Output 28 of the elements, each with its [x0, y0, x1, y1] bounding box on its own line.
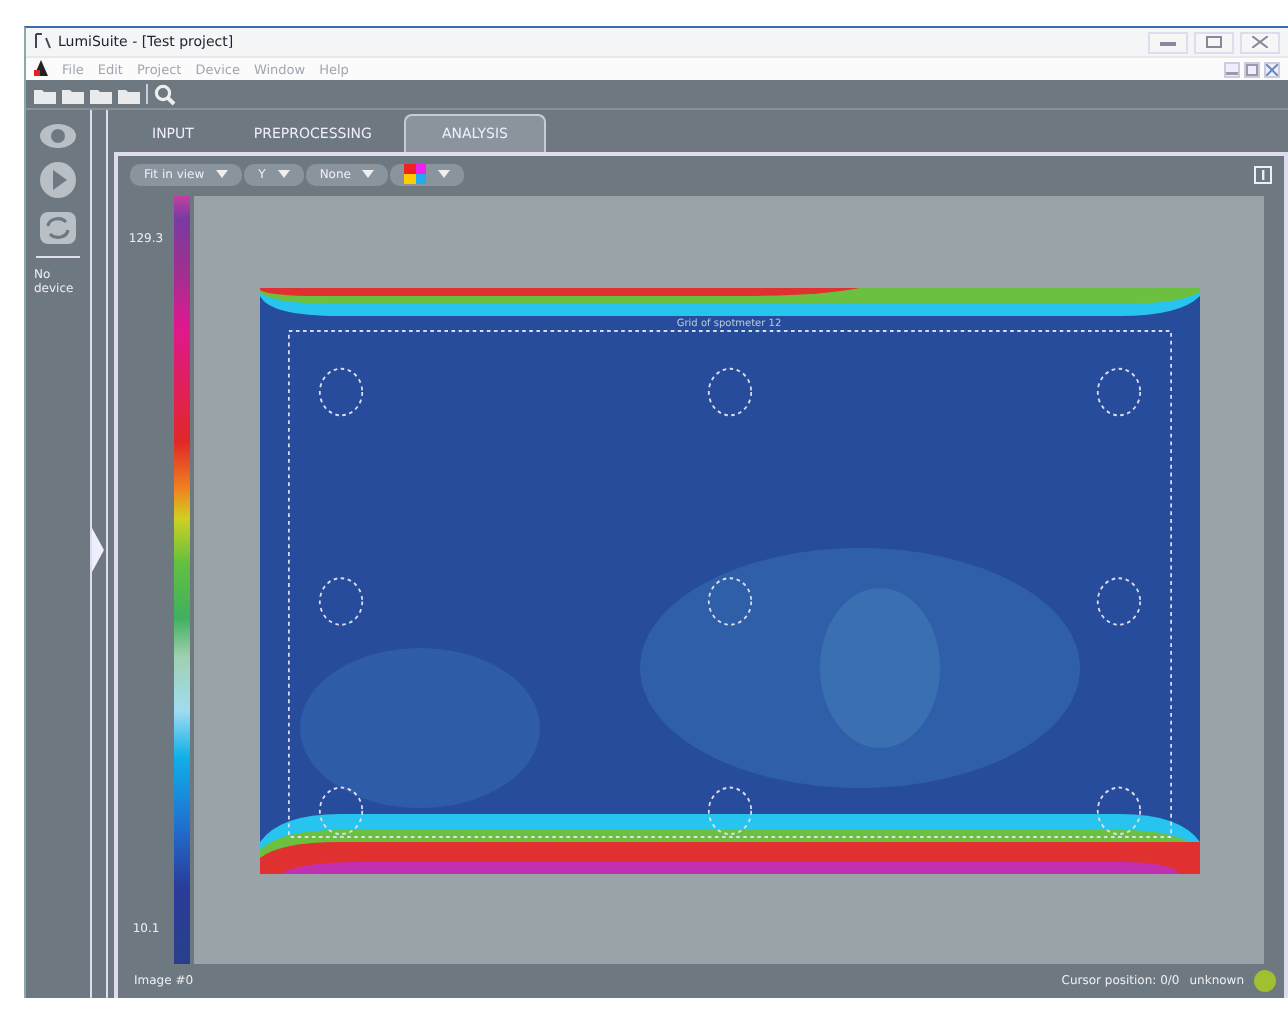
- close-icon: [1266, 63, 1278, 75]
- minimize-icon: [1160, 36, 1176, 48]
- caret-icon: [277, 170, 290, 178]
- folder-icon[interactable]: [90, 85, 112, 103]
- fullscreen-icon: [1252, 36, 1268, 48]
- refresh-icon[interactable]: [38, 210, 78, 246]
- folder-icon[interactable]: [118, 85, 140, 103]
- restore-icon: [1206, 36, 1222, 48]
- search-icon[interactable]: [154, 83, 176, 105]
- status-dot: [1254, 970, 1276, 992]
- folder-icon[interactable]: [62, 85, 84, 103]
- app-logo-icon: [34, 59, 48, 79]
- caret-icon: [362, 170, 375, 178]
- close-button[interactable]: [1264, 61, 1280, 77]
- minimize-button[interactable]: [1224, 61, 1240, 77]
- eye-icon[interactable]: [38, 122, 78, 150]
- restore-button[interactable]: [1244, 61, 1260, 77]
- minimize-button[interactable]: [1148, 31, 1188, 53]
- folder-icon[interactable]: [34, 85, 56, 103]
- color-map-dropdown[interactable]: [390, 163, 465, 185]
- fullscreen-button[interactable]: [1240, 31, 1280, 53]
- caret-icon: [438, 170, 451, 178]
- info-icon[interactable]: [1254, 165, 1272, 183]
- caret-icon: [216, 170, 229, 178]
- color-map-icon: [404, 164, 427, 184]
- play-icon[interactable]: [38, 160, 78, 200]
- restore-icon: [1246, 63, 1258, 75]
- app-logo-icon: [34, 31, 52, 53]
